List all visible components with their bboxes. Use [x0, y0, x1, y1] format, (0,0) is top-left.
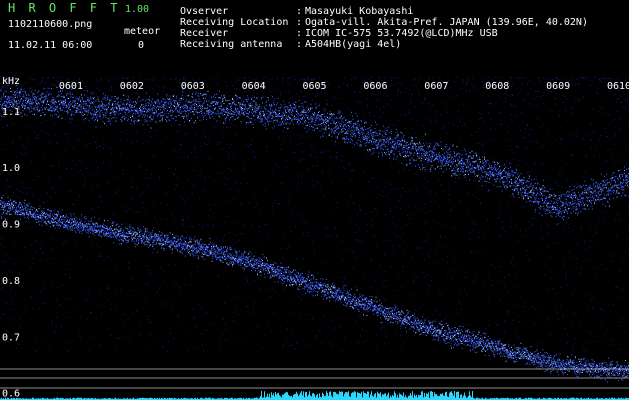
- receiver-label: Receiver: [180, 28, 229, 39]
- observer-colon: :: [296, 6, 303, 17]
- x-tick-0603: 0603: [181, 81, 205, 92]
- x-tick-0606: 0606: [363, 81, 387, 92]
- x-tick-0608: 0608: [485, 81, 509, 92]
- meteor-label: meteor: [124, 26, 161, 37]
- receiver-value: ICOM IC-575 53.7492(@LCD)MHz USB: [305, 28, 498, 39]
- location-colon: :: [296, 17, 303, 28]
- antenna-label: Receiving antenna: [180, 39, 283, 50]
- location-label: Receiving Location: [180, 17, 289, 28]
- x-tick-0601: 0601: [59, 81, 83, 92]
- y-tick-1.0: 1.0: [2, 163, 20, 174]
- x-tick-0607: 0607: [424, 81, 448, 92]
- x-tick-0610: 0610: [607, 81, 629, 92]
- y-tick-0.7: 0.7: [2, 332, 20, 343]
- meteor-count: 0: [138, 40, 145, 51]
- x-tick-0605: 0605: [303, 81, 327, 92]
- y-tick-1.1: 1.1: [2, 107, 20, 118]
- y-unit-label: kHz: [2, 77, 20, 87]
- spectrogram: 0601 0602 0603 0604 0605 0606 0607 0608 0609 0610…: [0, 77, 629, 400]
- location-value: Ogata-vill. Akita-Pref. JAPAN (139.96E, …: [305, 17, 588, 28]
- app-version: 1.00: [125, 4, 150, 15]
- y-tick-0.6: 0.6: [2, 389, 20, 400]
- y-tick-0.9: 0.9: [2, 220, 20, 231]
- antenna-colon: :: [296, 39, 303, 50]
- y-tick-0.8: 0.8: [2, 276, 20, 287]
- observer-label: Ovserver: [180, 6, 229, 17]
- antenna-value: A504HB(yagi 4el): [305, 39, 402, 50]
- receiver-colon: :: [296, 28, 303, 39]
- observer-value: Masayuki Kobayashi: [305, 6, 414, 17]
- x-tick-0609: 0609: [546, 81, 570, 92]
- capture-datetime: 11.02.11 06:00: [8, 40, 93, 51]
- x-tick-0602: 0602: [120, 81, 144, 92]
- file-name: 1102110600.png: [8, 19, 93, 30]
- app-title: H R O F F T: [8, 1, 121, 15]
- x-tick-0604: 0604: [242, 81, 266, 92]
